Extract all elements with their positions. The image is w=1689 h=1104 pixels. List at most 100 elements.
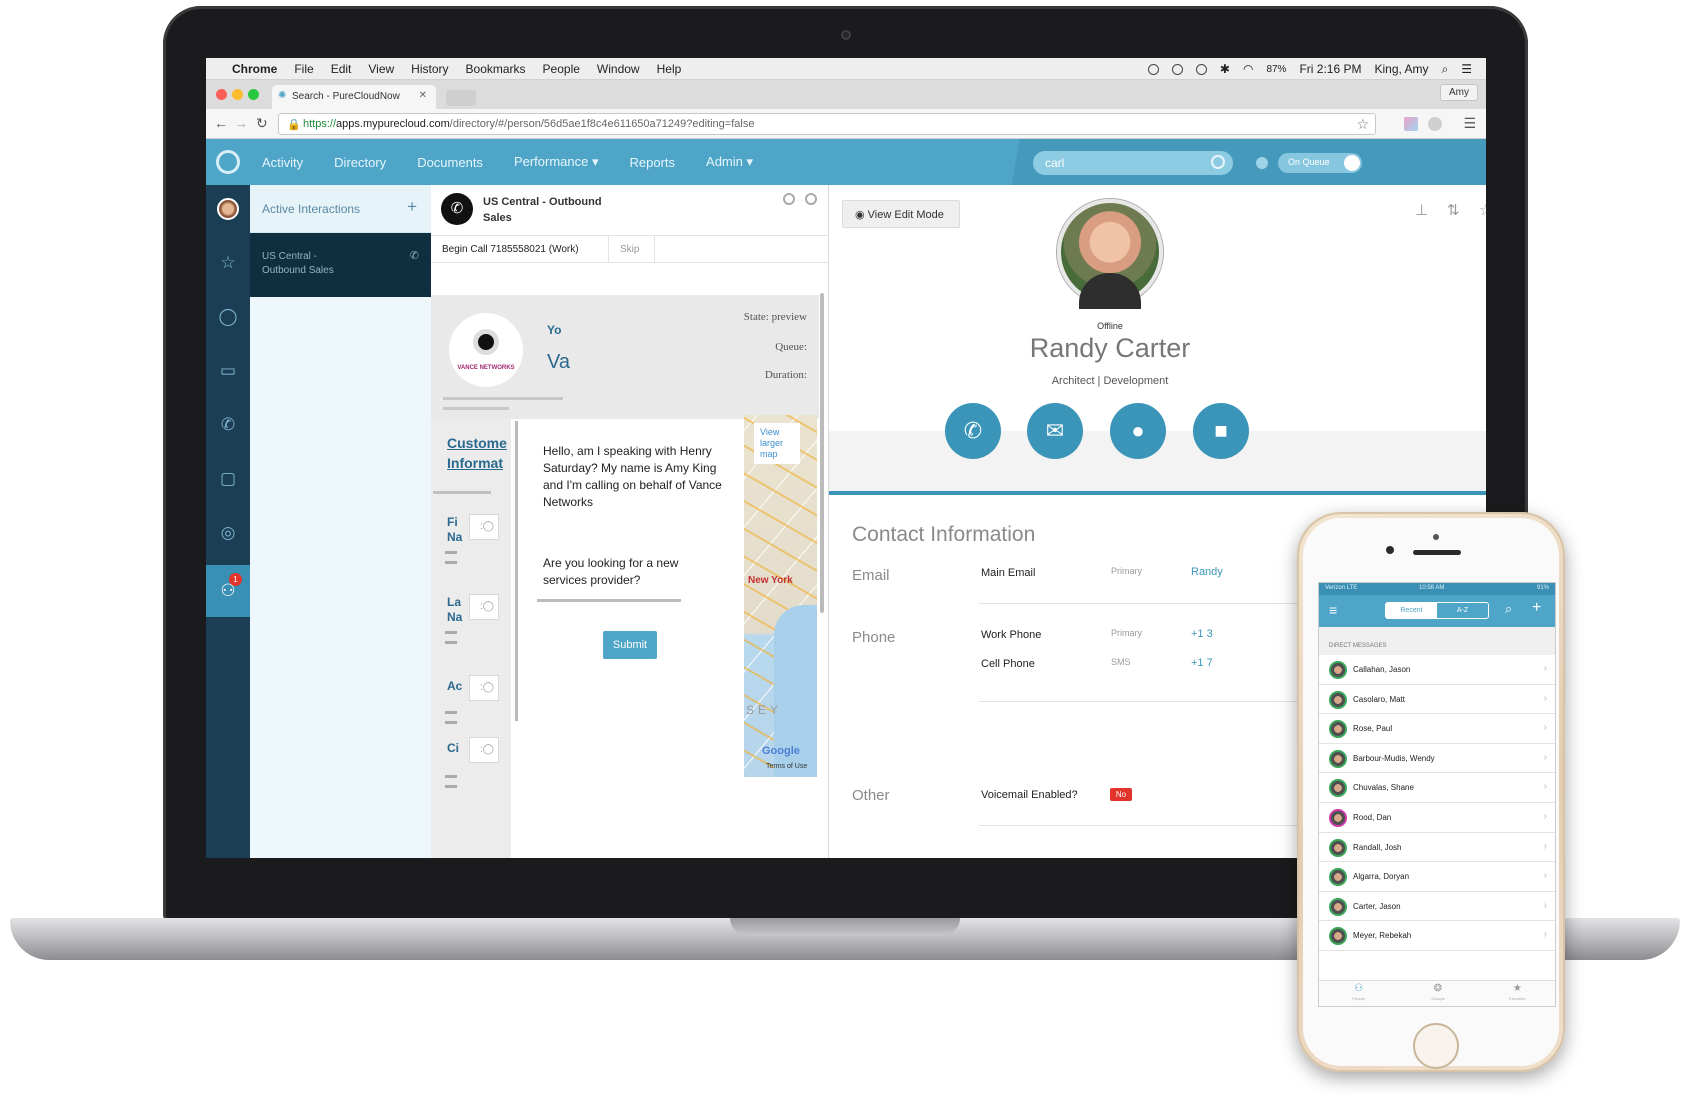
view-larger-map-link[interactable]: View larger map	[754, 423, 800, 464]
sync-icon[interactable]	[1171, 63, 1183, 75]
chat-icon[interactable]: ◯	[206, 295, 250, 339]
list-item[interactable]: Algarra, Doryan ›	[1319, 862, 1555, 892]
user-avatar[interactable]	[206, 187, 250, 231]
phone-add-icon[interactable]: +	[1532, 599, 1541, 617]
bookmark-star-icon[interactable]: ☆	[1356, 116, 1369, 133]
directory-search-input[interactable]: carl	[1033, 151, 1233, 175]
cell-phone-link[interactable]: +1 7	[1191, 657, 1213, 669]
chrome-menu-icon[interactable]: ☰	[1463, 115, 1476, 132]
list-item[interactable]: Callahan, Jason ›	[1319, 655, 1555, 685]
list-item[interactable]: Casolaro, Matt ›	[1319, 685, 1555, 715]
menu-window[interactable]: Window	[597, 62, 640, 76]
user-name[interactable]: King, Amy	[1374, 62, 1428, 76]
phone-menu-icon[interactable]: ≡	[1329, 602, 1337, 618]
tab-close-icon[interactable]: ✕	[419, 90, 427, 101]
map-terms-link[interactable]: Terms of Use	[766, 763, 807, 770]
status-indicator-icon[interactable]	[1256, 157, 1268, 169]
clear-search-icon[interactable]	[1211, 155, 1225, 169]
phone-search-icon[interactable]: ⌕	[1505, 601, 1512, 617]
tab-recent[interactable]: Recent	[1386, 603, 1437, 618]
minimize-panel-icon[interactable]	[783, 193, 795, 205]
form-scrollbar[interactable]	[515, 421, 518, 721]
call-button[interactable]: ✆	[945, 403, 1001, 459]
menu-bookmarks[interactable]: Bookmarks	[466, 62, 526, 76]
chat-button[interactable]: ●	[1110, 403, 1166, 459]
nav-directory[interactable]: Directory	[334, 155, 386, 170]
tab-people[interactable]: ⚇ People	[1319, 981, 1398, 1006]
email-button[interactable]: ✉	[1027, 403, 1083, 459]
clock[interactable]: Fri 2:16 PM	[1299, 62, 1361, 76]
customer-info-heading[interactable]: Custome Informat	[447, 433, 513, 473]
minimize-window-icon[interactable]	[232, 89, 243, 100]
sort-icon[interactable]: ⇅	[1447, 201, 1460, 219]
video-icon[interactable]: ▭	[206, 349, 250, 393]
last-name-input[interactable]: :◯	[469, 594, 499, 620]
reload-icon[interactable]: ↻	[256, 115, 268, 132]
address-input[interactable]: :◯	[469, 675, 499, 701]
back-icon[interactable]: ←	[214, 115, 228, 131]
on-queue-toggle[interactable]: On Queue	[1278, 153, 1362, 173]
bluetooth-icon[interactable]: ✱	[1220, 62, 1230, 76]
menu-edit[interactable]: Edit	[331, 62, 352, 76]
phone-icon[interactable]: ✆	[206, 403, 250, 447]
list-item[interactable]: Chuvalas, Shane ›	[1319, 773, 1555, 803]
menu-file[interactable]: File	[294, 62, 313, 76]
tab-a-z[interactable]: A-Z	[1437, 603, 1488, 618]
video-button[interactable]: ■	[1193, 403, 1249, 459]
menu-help[interactable]: Help	[657, 62, 682, 76]
spotlight-icon[interactable]: ⌕	[1442, 62, 1449, 77]
tab-groups[interactable]: ❂ Groups	[1398, 981, 1477, 1006]
new-tab-button[interactable]	[446, 90, 476, 106]
add-interaction-icon[interactable]: +	[407, 197, 417, 217]
nav-documents[interactable]: Documents	[417, 155, 483, 170]
interaction-card[interactable]: US Central - Outbound Sales ✆	[250, 233, 431, 297]
list-item[interactable]: Meyer, Rebekah ›	[1319, 921, 1555, 951]
menu-people[interactable]: People	[543, 62, 580, 76]
profile-button[interactable]: Amy	[1440, 84, 1478, 101]
interactions-agent-icon[interactable]: ⚇ 1	[206, 565, 250, 617]
dropbox-icon[interactable]	[1147, 63, 1159, 75]
list-item[interactable]: Barbour-Mudis, Wendy ›	[1319, 744, 1555, 774]
list-item[interactable]: Carter, Jason ›	[1319, 892, 1555, 922]
view-edit-mode-button[interactable]: ◉ View Edit Mode	[842, 200, 960, 228]
nav-reports[interactable]: Reports	[630, 155, 676, 170]
browser-tab[interactable]: ✺ Search - PureCloudNow ✕	[272, 85, 436, 109]
nav-admin[interactable]: Admin ▾	[706, 154, 753, 170]
org-chart-icon[interactable]: ⊥	[1415, 201, 1428, 219]
email-value-link[interactable]: Randy	[1191, 566, 1223, 578]
first-name-input[interactable]: :◯	[469, 514, 499, 540]
menu-app-name[interactable]: Chrome	[232, 62, 277, 76]
close-window-icon[interactable]	[216, 89, 227, 100]
tab-favorites[interactable]: ★ Favorites	[1478, 981, 1555, 1006]
list-item[interactable]: Rood, Dan ›	[1319, 803, 1555, 833]
extension-icon[interactable]	[1428, 117, 1442, 131]
begin-call-button[interactable]: Begin Call 7185558021 (Work)	[431, 236, 609, 263]
list-item[interactable]: Randall, Josh ›	[1319, 833, 1555, 863]
script-scrollbar[interactable]	[820, 293, 824, 613]
battery-level[interactable]: 87%	[1266, 64, 1286, 75]
notification-center-icon[interactable]: ☰	[1461, 62, 1472, 76]
menu-view[interactable]: View	[368, 62, 394, 76]
favorites-star-icon[interactable]: ☆	[206, 241, 250, 285]
purecloud-logo-icon[interactable]	[216, 150, 240, 174]
maximize-window-icon[interactable]	[248, 89, 259, 100]
submit-button[interactable]: Submit	[603, 631, 657, 659]
nav-performance[interactable]: Performance ▾	[514, 154, 599, 170]
menu-history[interactable]: History	[411, 62, 448, 76]
forward-icon[interactable]: →	[234, 115, 248, 131]
city-input[interactable]: :◯	[469, 737, 499, 763]
home-button[interactable]	[1413, 1023, 1459, 1069]
shield-icon[interactable]	[1195, 63, 1207, 75]
favorite-star-icon[interactable]: ☆	[1479, 201, 1486, 219]
work-phone-link[interactable]: +1 3	[1191, 628, 1213, 640]
close-panel-icon[interactable]	[805, 193, 817, 205]
nav-activity[interactable]: Activity	[262, 155, 303, 170]
support-icon[interactable]: ◎	[206, 511, 250, 555]
wifi-icon[interactable]: ◠	[1243, 62, 1253, 76]
embedded-map[interactable]: View larger map New York SEY Google Term…	[744, 415, 817, 777]
skip-button[interactable]: Skip	[609, 236, 655, 263]
extension-icon[interactable]	[1404, 117, 1418, 131]
list-item[interactable]: Rose, Paul ›	[1319, 714, 1555, 744]
inbox-icon[interactable]: ▢	[206, 457, 250, 501]
address-bar[interactable]: 🔒 https://apps.mypurecloud.com/directory…	[278, 113, 1376, 135]
